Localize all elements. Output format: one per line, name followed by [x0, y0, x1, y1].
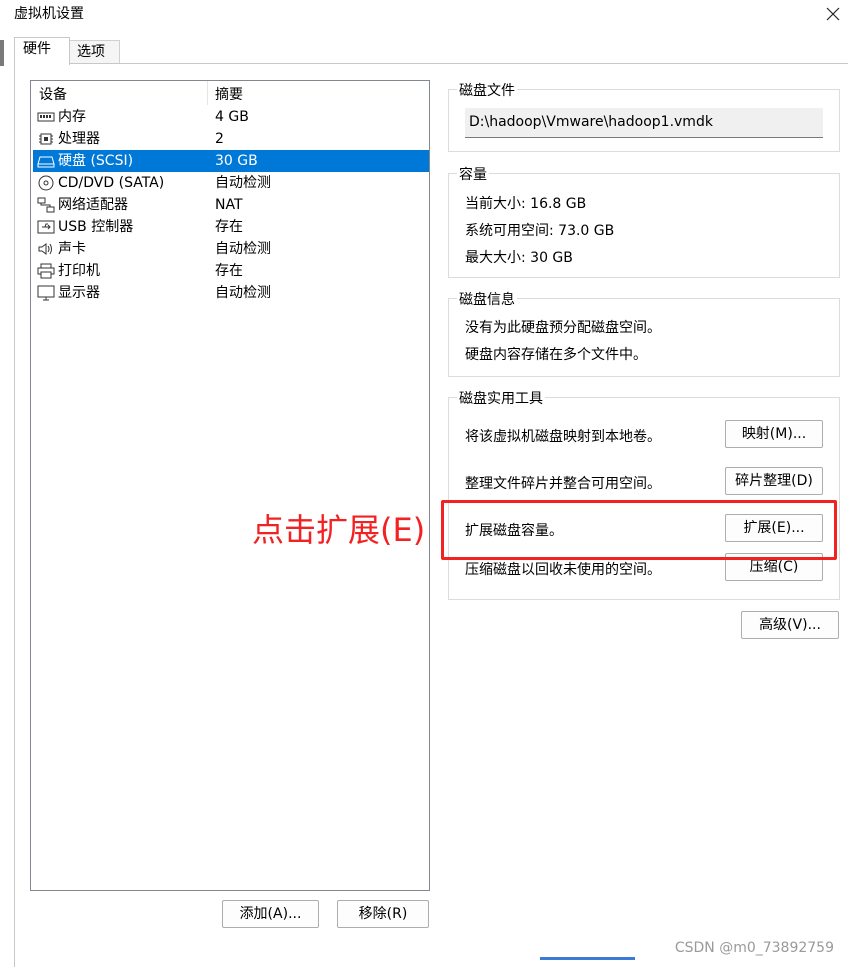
device-summary: 自动检测: [215, 241, 271, 257]
device-list-header: 设备 摘要: [31, 81, 429, 105]
current-size-text: 当前大小: 16.8 GB: [465, 196, 587, 212]
annotation-text: 点击扩展(E): [252, 511, 426, 549]
capacity-title: 容量: [457, 164, 489, 184]
disk-file-title: 磁盘文件: [457, 80, 517, 100]
remove-device-button[interactable]: 移除(R): [337, 900, 429, 928]
processor-icon: [39, 133, 53, 145]
column-device[interactable]: 设备: [39, 84, 67, 104]
device-name: 打印机: [58, 263, 100, 279]
device-name: 声卡: [58, 241, 86, 257]
network-adapter-icon: [37, 197, 55, 213]
tab-hardware[interactable]: 硬件: [14, 37, 70, 65]
device-row-hard-disk[interactable]: 硬盘 (SCSI) 30 GB: [33, 150, 429, 172]
device-name: 硬盘 (SCSI): [58, 153, 134, 169]
speaker-icon: [38, 243, 52, 255]
device-summary: 自动检测: [215, 175, 271, 191]
disk-info-line-2: 硬盘内容存储在多个文件中。: [465, 347, 647, 363]
device-row-processor[interactable]: 处理器 2: [33, 128, 429, 150]
map-button[interactable]: 映射(M)...: [725, 420, 823, 448]
device-row-usb[interactable]: USB 控制器 存在: [33, 216, 429, 238]
title-bar: 虚拟机设置: [0, 0, 848, 30]
device-row-memory[interactable]: 内存 4 GB: [33, 106, 429, 128]
close-button[interactable]: [818, 0, 848, 28]
disk-file-group: 磁盘文件 D:\hadoop\Vmware\hadoop1.vmdk: [448, 80, 840, 152]
tab-options-label: 选项: [77, 44, 105, 60]
device-row-sound[interactable]: 声卡 自动检测: [33, 238, 429, 260]
cd-dvd-icon: [38, 175, 54, 191]
system-free-text: 系统可用空间: 73.0 GB: [465, 223, 615, 239]
device-summary: 30 GB: [215, 153, 258, 169]
usb-icon: [37, 220, 55, 234]
watermark: CSDN @m0_73892759: [674, 940, 834, 956]
device-row-cd-dvd[interactable]: CD/DVD (SATA) 自动检测: [33, 172, 429, 194]
device-summary: 自动检测: [215, 285, 271, 301]
compact-description: 压缩磁盘以回收未使用的空间。: [465, 562, 661, 578]
hard-disk-icon: [37, 156, 55, 168]
device-summary: 2: [215, 131, 224, 147]
disk-utilities-title: 磁盘实用工具: [457, 388, 545, 408]
window-title: 虚拟机设置: [14, 6, 84, 22]
device-name: 显示器: [58, 285, 100, 301]
monitor-icon: [37, 285, 55, 301]
device-summary: 4 GB: [215, 109, 249, 125]
device-row-display[interactable]: 显示器 自动检测: [33, 282, 429, 304]
tab-hardware-label: 硬件: [23, 41, 51, 57]
device-name: 内存: [58, 109, 86, 125]
device-summary: 存在: [215, 263, 243, 279]
device-name: 网络适配器: [58, 197, 128, 213]
max-size-text: 最大大小: 30 GB: [465, 250, 573, 266]
close-icon: [826, 7, 840, 21]
disk-utilities-group: 磁盘实用工具 将该虚拟机磁盘映射到本地卷。 映射(M)... 整理文件碎片并整合…: [448, 388, 840, 600]
taskbar-fragment: [540, 957, 635, 960]
defragment-button[interactable]: 碎片整理(D): [725, 467, 823, 495]
device-summary: NAT: [215, 197, 243, 213]
map-description: 将该虚拟机磁盘映射到本地卷。: [465, 429, 661, 445]
device-row-network[interactable]: 网络适配器 NAT: [33, 194, 429, 216]
add-device-button[interactable]: 添加(A)...: [222, 900, 319, 928]
vm-settings-window: 虚拟机设置 硬件 选项 设备 摘要 内存 4 GB 处理器 2 硬盘 (SCSI…: [0, 0, 848, 967]
defrag-description: 整理文件碎片并整合可用空间。: [465, 476, 661, 492]
device-name: USB 控制器: [58, 219, 134, 235]
disk-info-group: 磁盘信息 没有为此硬盘预分配磁盘空间。 硬盘内容存储在多个文件中。: [448, 289, 840, 377]
tab-options[interactable]: 选项: [68, 40, 120, 64]
disk-info-line-1: 没有为此硬盘预分配磁盘空间。: [465, 320, 661, 336]
printer-icon: [37, 263, 55, 279]
device-name: 处理器: [58, 131, 100, 147]
capacity-group: 容量 当前大小: 16.8 GB 系统可用空间: 73.0 GB 最大大小: 3…: [448, 164, 840, 278]
advanced-button[interactable]: 高级(V)...: [741, 611, 839, 639]
annotation-highlight-box: [441, 500, 837, 560]
device-row-printer[interactable]: 打印机 存在: [33, 260, 429, 282]
disk-info-title: 磁盘信息: [457, 289, 517, 309]
disk-file-path-field[interactable]: D:\hadoop\Vmware\hadoop1.vmdk: [465, 108, 823, 138]
memory-icon: [37, 112, 55, 122]
device-list[interactable]: 设备 摘要 内存 4 GB 处理器 2 硬盘 (SCSI) 30 GB CD/D…: [30, 80, 430, 891]
column-summary[interactable]: 摘要: [215, 84, 243, 104]
tab-bar: 硬件 选项: [0, 30, 848, 65]
device-name: CD/DVD (SATA): [58, 175, 165, 191]
column-divider[interactable]: [207, 81, 208, 105]
device-summary: 存在: [215, 219, 243, 235]
